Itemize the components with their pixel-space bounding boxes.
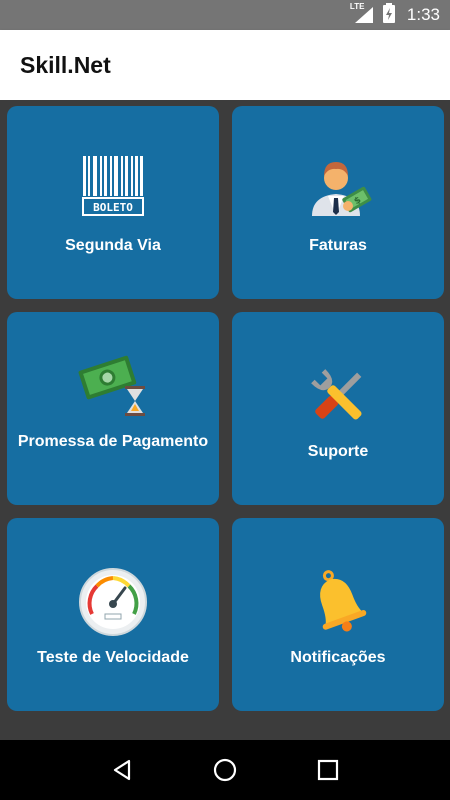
tile-segunda-via[interactable]: BOLETO Segunda Via: [7, 106, 219, 299]
tile-label: Faturas: [309, 237, 367, 254]
menu-grid: BOLETO Segunda Via $ Faturas Promessa de…: [0, 100, 450, 740]
tile-faturas[interactable]: $ Faturas: [232, 106, 444, 299]
tools-icon: [302, 360, 374, 432]
tile-teste-de-velocidade[interactable]: Teste de Velocidade: [7, 518, 219, 711]
status-bar: LTE 1:33: [0, 0, 450, 30]
home-icon[interactable]: [210, 755, 240, 785]
boleto-icon-text: BOLETO: [93, 201, 133, 214]
clock: 1:33: [406, 5, 440, 24]
businessman-money-icon: $: [302, 154, 374, 226]
back-icon[interactable]: [107, 755, 137, 785]
tile-label: Notificações: [290, 649, 386, 666]
recents-icon[interactable]: [313, 755, 343, 785]
battery-charging-icon: [382, 2, 395, 28]
system-nav-bar: [0, 740, 450, 800]
boleto-barcode-icon: BOLETO: [77, 154, 149, 226]
app-bar: Skill.Net: [0, 30, 450, 100]
speedometer-icon: [77, 566, 149, 638]
money-hourglass-icon: [77, 342, 153, 418]
app-title: Skill.Net: [20, 51, 111, 78]
tile-notificacoes[interactable]: Notificações: [232, 518, 444, 711]
tile-label: Segunda Via: [65, 237, 161, 254]
tile-label: Suporte: [307, 443, 369, 460]
tile-label: Teste de Velocidade: [37, 649, 189, 666]
tile-suporte[interactable]: Suporte: [232, 312, 444, 505]
tile-label: Promessa de Pagamento: [17, 433, 209, 450]
tile-promessa-de-pagamento[interactable]: Promessa de Pagamento: [7, 312, 219, 505]
bell-icon: [302, 566, 374, 638]
lte-signal-icon: LTE: [350, 2, 375, 24]
